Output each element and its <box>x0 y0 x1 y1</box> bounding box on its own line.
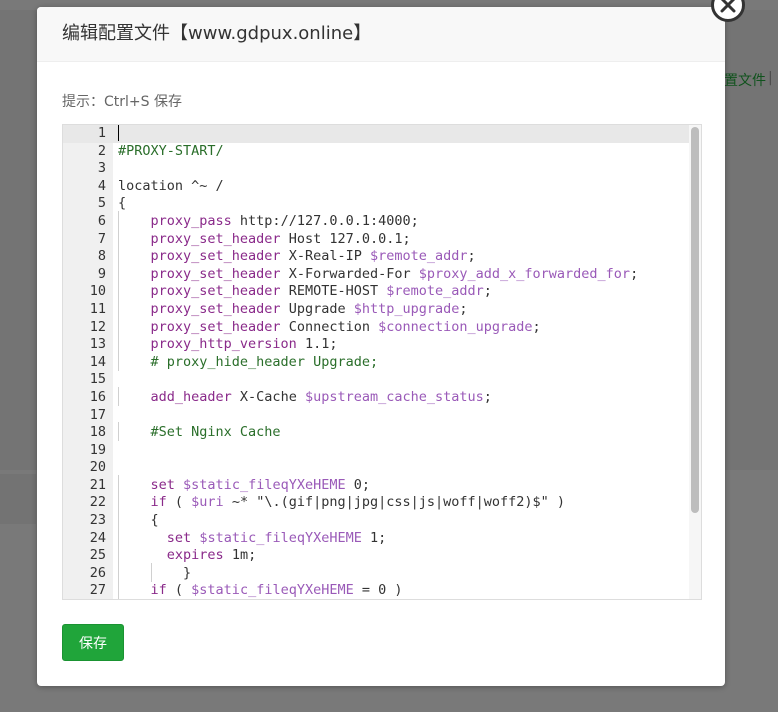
editor-line[interactable]: 4 location ^~ / <box>63 178 689 196</box>
line-number: 20 <box>89 459 106 476</box>
line-code[interactable]: add_header X-Cache $upstream_cache_statu… <box>118 386 492 407</box>
line-number: 21 <box>89 476 106 493</box>
editor-scrollbar[interactable] <box>689 125 701 599</box>
line-number: 3 <box>97 160 106 177</box>
line-code[interactable]: #PROXY-START/ <box>118 143 224 161</box>
line-code[interactable]: set $static_fileqYXeHEME 1; <box>118 527 386 548</box>
line-code[interactable]: proxy_set_header Host 127.0.0.1; <box>118 228 411 249</box>
editor-line[interactable]: 25 expires 1m; <box>63 545 689 565</box>
editor-line[interactable]: 20 <box>63 459 689 477</box>
line-code[interactable]: { <box>118 510 159 530</box>
editor-line[interactable]: 26 } <box>63 562 689 583</box>
edit-config-dialog: 编辑配置文件【www.gdpux.online】 提示：Ctrl+S 保存 12… <box>37 0 745 686</box>
save-hint: 提示：Ctrl+S 保存 <box>62 94 182 110</box>
line-number: 22 <box>89 494 106 511</box>
line-code[interactable]: #Set Nginx Cache <box>118 422 281 442</box>
line-code[interactable]: { <box>118 195 126 213</box>
line-number: 24 <box>89 529 106 546</box>
line-number: 27 <box>89 582 106 599</box>
editor-line[interactable]: 9 proxy_set_header X-Forwarded-For $prox… <box>63 263 689 284</box>
line-number: 6 <box>97 212 106 229</box>
line-number: 4 <box>97 177 106 194</box>
line-number: 16 <box>89 388 106 405</box>
editor-line[interactable]: 15 <box>63 371 689 389</box>
editor-line[interactable]: 21 set $static_fileqYXeHEME 0; <box>63 474 689 495</box>
line-number: 18 <box>89 424 106 441</box>
line-number: 7 <box>97 230 106 247</box>
editor-line[interactable]: 19 <box>63 442 689 460</box>
line-number: 10 <box>89 283 106 300</box>
editor-scroll-thumb[interactable] <box>691 127 699 513</box>
editor-line[interactable]: 27 if ( $static_fileqYXeHEME = 0 ) <box>63 580 689 599</box>
editor-line[interactable]: 10 proxy_set_header REMOTE-HOST $remote_… <box>63 281 689 301</box>
line-code[interactable]: set $static_fileqYXeHEME 0; <box>118 474 370 495</box>
editor-line[interactable]: 5{ <box>63 195 689 213</box>
editor-line[interactable]: 8 proxy_set_header X-Real-IP $remote_add… <box>63 246 689 266</box>
line-code[interactable]: proxy_set_header Upgrade $http_upgrade; <box>118 298 468 319</box>
line-number: 1 <box>97 125 106 141</box>
editor-line[interactable]: 17 <box>63 407 689 425</box>
line-number: 14 <box>89 353 106 370</box>
line-code[interactable]: proxy_set_header X-Real-IP $remote_addr; <box>118 246 476 266</box>
editor-line[interactable]: 18 #Set Nginx Cache <box>63 422 689 442</box>
line-code[interactable]: } <box>118 562 191 583</box>
line-number: 13 <box>89 336 106 353</box>
close-icon <box>720 0 736 13</box>
line-number: 2 <box>97 142 106 159</box>
line-number: 19 <box>89 441 106 458</box>
line-number: 17 <box>89 406 106 423</box>
editor-line[interactable]: 6 proxy_pass http://127.0.0.1:4000; <box>63 211 689 231</box>
editor-line[interactable]: 22 if ( $uri ~* "\.(gif|png|jpg|css|js|w… <box>63 492 689 512</box>
line-number: 25 <box>89 547 106 564</box>
dialog-title: 编辑配置文件【www.gdpux.online】 <box>37 7 725 62</box>
line-number: 5 <box>97 195 106 212</box>
editor-line[interactable]: 2 #PROXY-START/ <box>63 143 689 161</box>
editor-line[interactable]: 11 proxy_set_header Upgrade $http_upgrad… <box>63 298 689 319</box>
line-code[interactable]: proxy_http_version 1.1; <box>118 334 337 354</box>
line-code[interactable]: if ( $static_fileqYXeHEME = 0 ) <box>118 580 403 599</box>
editor-line[interactable]: 7 proxy_set_header Host 127.0.0.1; <box>63 228 689 249</box>
editor-line[interactable]: 3 <box>63 160 689 178</box>
editor-line[interactable]: 16 add_header X-Cache $upstream_cache_st… <box>63 386 689 407</box>
line-code[interactable]: proxy_set_header Connection $connection_… <box>118 316 541 337</box>
line-code[interactable]: expires 1m; <box>118 545 256 565</box>
line-code[interactable]: # proxy_hide_header Upgrade; <box>118 351 378 372</box>
line-number: 11 <box>89 300 106 317</box>
editor-line[interactable]: 24 set $static_fileqYXeHEME 1; <box>63 527 689 548</box>
line-code[interactable]: proxy_set_header REMOTE-HOST $remote_add… <box>118 281 492 301</box>
code-lines[interactable]: 1 2 #PROXY-START/3 4 location ^~ /5{6 proxy_… <box>63 125 689 599</box>
line-code[interactable]: if ( $uri ~* "\.(gif|png|jpg|css|js|woff… <box>118 492 565 512</box>
editor-line[interactable]: 12 proxy_set_header Connection $connecti… <box>63 316 689 337</box>
line-number: 15 <box>89 371 106 388</box>
editor-line[interactable]: 1 <box>63 125 689 143</box>
line-number: 26 <box>89 564 106 581</box>
save-button[interactable]: 保存 <box>62 624 124 661</box>
line-number: 23 <box>89 512 106 529</box>
line-code[interactable]: proxy_set_header X-Forwarded-For $proxy_… <box>118 263 638 284</box>
line-code[interactable]: proxy_pass http://127.0.0.1:4000; <box>118 211 419 231</box>
editor-line[interactable]: 23 { <box>63 510 689 530</box>
line-code[interactable]: location ^~ / <box>118 178 224 196</box>
line-number: 9 <box>97 265 106 282</box>
code-editor[interactable]: 1 2 #PROXY-START/3 4 location ^~ /5{6 proxy_… <box>62 124 702 600</box>
editor-line[interactable]: 14 # proxy_hide_header Upgrade; <box>63 351 689 372</box>
editor-line[interactable]: 13 proxy_http_version 1.1; <box>63 334 689 354</box>
line-code[interactable] <box>118 125 119 143</box>
line-number: 12 <box>89 318 106 335</box>
line-number: 8 <box>97 248 106 265</box>
